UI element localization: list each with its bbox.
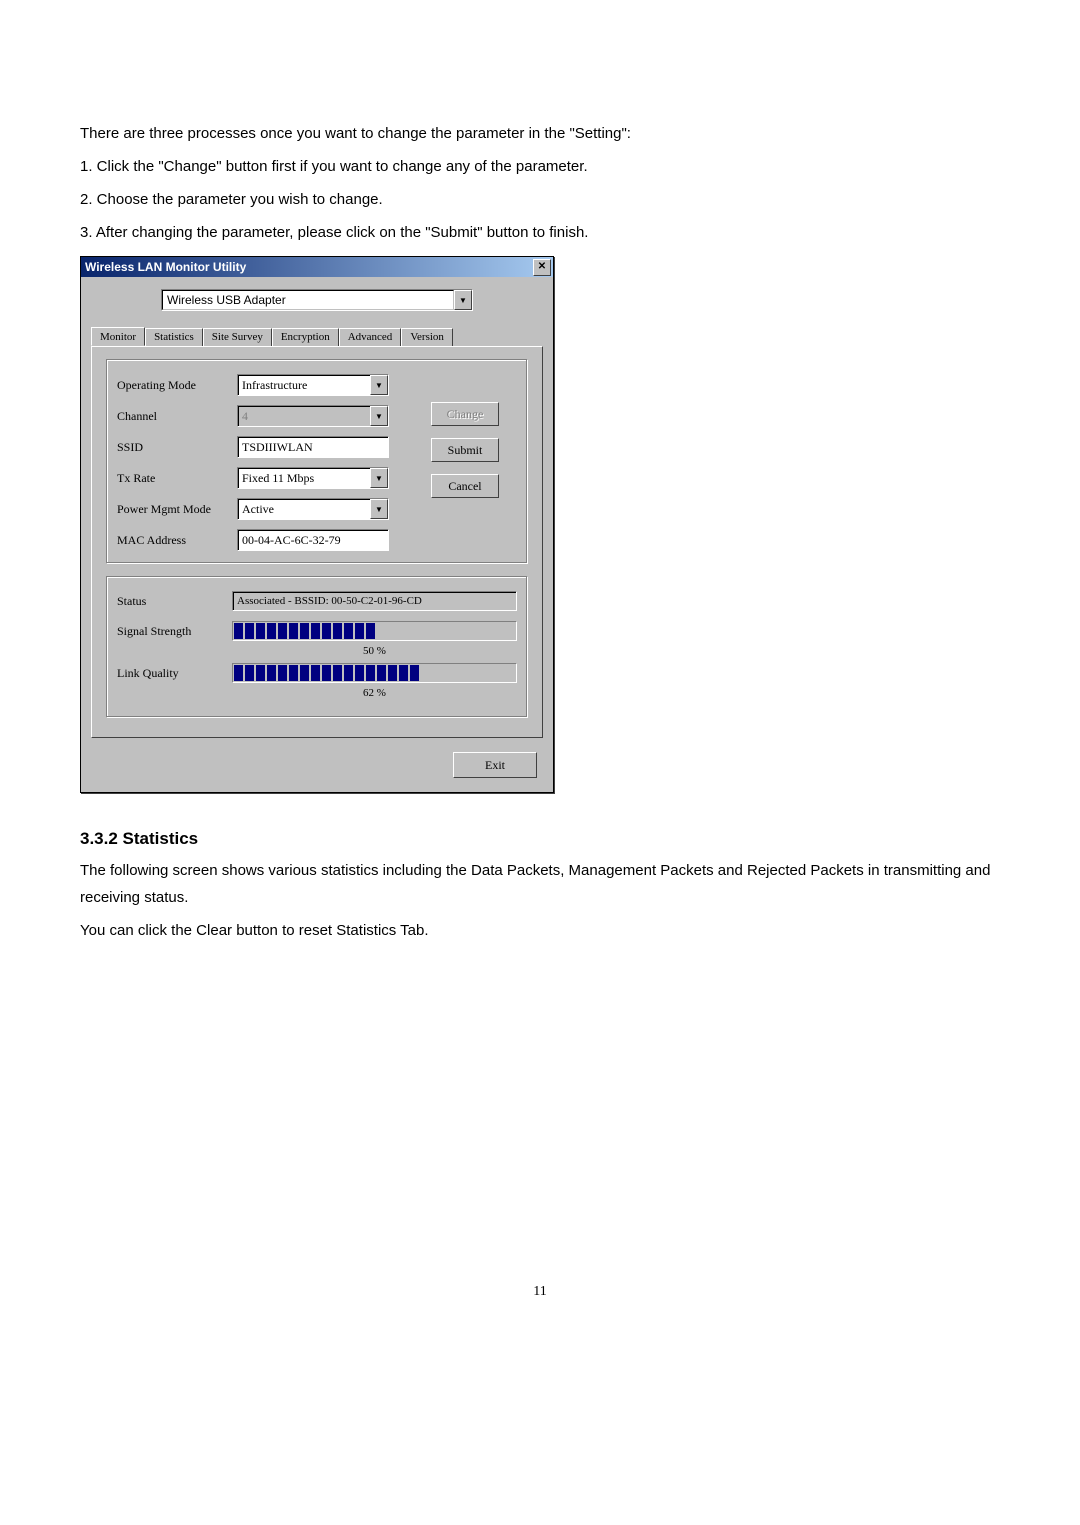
label-ssid: SSID: [117, 440, 237, 455]
wireless-utility-dialog: Wireless LAN Monitor Utility ✕ Wireless …: [80, 256, 554, 793]
channel-value: 4: [238, 406, 370, 426]
tx-rate-select[interactable]: Fixed 11 Mbps ▼: [237, 467, 389, 489]
intro-line-3: 2. Choose the parameter you wish to chan…: [80, 186, 1000, 213]
chevron-down-icon[interactable]: ▼: [370, 468, 388, 488]
tab-version[interactable]: Version: [401, 328, 453, 347]
cancel-button[interactable]: Cancel: [431, 474, 499, 498]
power-mgmt-value: Active: [238, 499, 370, 519]
submit-button[interactable]: Submit: [431, 438, 499, 462]
tx-rate-value: Fixed 11 Mbps: [238, 468, 370, 488]
ssid-value: TSDIIIWLAN: [238, 437, 388, 457]
ssid-input[interactable]: TSDIIIWLAN: [237, 436, 389, 458]
section-heading-statistics: 3.3.2 Statistics: [80, 829, 1000, 849]
signal-strength-bar: [232, 621, 517, 641]
chevron-down-icon: ▼: [370, 406, 388, 426]
link-quality-bar: [232, 663, 517, 683]
tab-statistics[interactable]: Statistics: [145, 328, 203, 347]
label-operating-mode: Operating Mode: [117, 378, 237, 393]
page-number: 11: [80, 1284, 1000, 1300]
change-button: Change: [431, 402, 499, 426]
tab-strip: Monitor Statistics Site Survey Encryptio…: [91, 327, 543, 346]
label-power-mgmt: Power Mgmt Mode: [117, 502, 237, 517]
close-button[interactable]: ✕: [533, 259, 551, 276]
tab-site-survey[interactable]: Site Survey: [203, 328, 272, 347]
chevron-down-icon[interactable]: ▼: [370, 499, 388, 519]
chevron-down-icon[interactable]: ▼: [370, 375, 388, 395]
label-channel: Channel: [117, 409, 237, 424]
monitor-panel: Operating Mode Infrastructure ▼ Channel …: [91, 346, 543, 738]
titlebar: Wireless LAN Monitor Utility ✕: [81, 257, 553, 277]
tab-advanced[interactable]: Advanced: [339, 328, 402, 347]
label-link-quality: Link Quality: [117, 666, 232, 681]
tab-encryption[interactable]: Encryption: [272, 328, 339, 347]
adapter-select[interactable]: Wireless USB Adapter ▼: [161, 289, 473, 311]
power-mgmt-select[interactable]: Active ▼: [237, 498, 389, 520]
adapter-value: Wireless USB Adapter: [162, 290, 454, 310]
mac-address-field: 00-04-AC-6C-32-79: [237, 529, 389, 551]
intro-line-2: 1. Click the "Change" button first if yo…: [80, 153, 1000, 180]
label-tx-rate: Tx Rate: [117, 471, 237, 486]
titlebar-text: Wireless LAN Monitor Utility: [85, 260, 246, 274]
channel-select: 4 ▼: [237, 405, 389, 427]
chevron-down-icon[interactable]: ▼: [454, 290, 472, 310]
tab-monitor[interactable]: Monitor: [91, 327, 145, 346]
mac-address-value: 00-04-AC-6C-32-79: [238, 530, 388, 550]
label-mac-address: MAC Address: [117, 533, 237, 548]
section-para-1: The following screen shows various stati…: [80, 857, 1000, 911]
operating-mode-select[interactable]: Infrastructure ▼: [237, 374, 389, 396]
link-quality-percent: 62 %: [232, 687, 517, 699]
signal-strength-percent: 50 %: [232, 645, 517, 657]
intro-line-1: There are three processes once you want …: [80, 120, 1000, 147]
exit-button[interactable]: Exit: [453, 752, 537, 778]
section-para-2: You can click the Clear button to reset …: [80, 917, 1000, 944]
label-status: Status: [117, 594, 232, 609]
label-signal-strength: Signal Strength: [117, 624, 232, 639]
status-value: Associated - BSSID: 00-50-C2-01-96-CD: [232, 591, 517, 611]
intro-line-4: 3. After changing the parameter, please …: [80, 219, 1000, 246]
operating-mode-value: Infrastructure: [238, 375, 370, 395]
